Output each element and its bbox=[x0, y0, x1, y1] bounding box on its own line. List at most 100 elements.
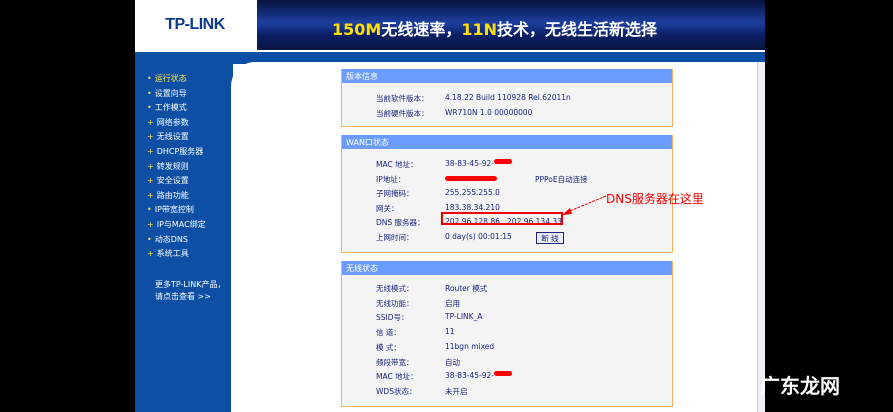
sidebar-item-label: 转发规则 bbox=[156, 161, 189, 171]
sidebar-item[interactable]: + 安全设置 bbox=[147, 175, 189, 186]
sidebar-item-label: 动态DNS bbox=[154, 234, 188, 244]
sidebar-item-label: 工作模式 bbox=[154, 103, 187, 113]
bullet-icon: + bbox=[147, 117, 154, 127]
sidebar-item-label: IP与MAC绑定 bbox=[156, 220, 206, 229]
slogan-part: 技术，无线生活新选择 bbox=[497, 20, 658, 39]
version-panel: 版本信息 当前软件版本： 4.18.22 Build 110928 Rel.620… bbox=[341, 69, 673, 127]
sidebar-item-label: IP带宽控制 bbox=[154, 205, 194, 215]
panel-title: 无线状态 bbox=[342, 261, 672, 275]
label: SSID号： bbox=[376, 313, 409, 323]
value: 未开启 bbox=[445, 386, 468, 396]
more-products-link-2[interactable]: 请点击查看 >> bbox=[155, 291, 211, 302]
disconnect-button[interactable]: 断 线 bbox=[536, 232, 564, 244]
watermark: 广东龙网 bbox=[760, 374, 840, 398]
wireless-row: 频段带宽： 自动 bbox=[376, 357, 460, 368]
label: MAC 地址： bbox=[376, 372, 418, 382]
slogan-part: 150M bbox=[332, 20, 382, 39]
sidebar-item[interactable]: • 运行状态 bbox=[147, 73, 187, 84]
bullet-icon: • bbox=[147, 205, 152, 215]
label: DNS 服务器： bbox=[376, 218, 425, 227]
bullet-icon: • bbox=[147, 88, 152, 98]
value: TP-LINK_A bbox=[445, 312, 483, 322]
panel-title: 版本信息 bbox=[342, 69, 672, 83]
sidebar-item[interactable]: + DHCP服务器 bbox=[147, 146, 203, 157]
wireless-row: SSID号： TP-LINK_A bbox=[376, 312, 482, 323]
sidebar-item-label: 运行状态 bbox=[154, 74, 187, 83]
wan-mac: 38-83-45-92- bbox=[445, 159, 494, 168]
sidebar-item-label: 路由功能 bbox=[156, 190, 189, 200]
sidebar-item[interactable]: • 设置向导 bbox=[147, 88, 187, 99]
banner: 150M无线速率，11N技术，无线生活新选择 bbox=[257, 0, 765, 50]
label: 当前硬件版本： bbox=[376, 109, 429, 118]
bullet-icon: • bbox=[147, 103, 152, 113]
label: 当前软件版本： bbox=[376, 94, 429, 103]
sidebar-item[interactable]: + IP与MAC绑定 bbox=[147, 219, 206, 230]
bullet-icon: + bbox=[147, 190, 154, 200]
sidebar-item[interactable]: + 系统工具 bbox=[147, 248, 189, 259]
bullet-icon: + bbox=[147, 132, 154, 142]
label: MAC 地址： bbox=[376, 160, 418, 169]
scrollbar[interactable] bbox=[757, 62, 765, 412]
label: 模 式： bbox=[376, 342, 401, 352]
slogan-part: 无线速率， bbox=[381, 20, 462, 39]
label: 频段带宽： bbox=[376, 357, 414, 367]
wireless-row: WDS状态： 未开启 bbox=[376, 386, 468, 397]
sidebar-item-label: 网络参数 bbox=[156, 117, 189, 127]
redaction bbox=[494, 371, 512, 377]
wireless-row: 信 道： 11 bbox=[376, 327, 455, 338]
banner-slogan: 150M无线速率，11N技术，无线生活新选择 bbox=[332, 16, 657, 40]
value: 11 bbox=[445, 327, 455, 337]
label: 子网掩码： bbox=[376, 189, 414, 198]
wireless-row: 无线功能： 启用 bbox=[376, 298, 460, 309]
sidebar-item[interactable]: + 无线设置 bbox=[147, 131, 189, 142]
label: 无线模式： bbox=[376, 284, 414, 293]
hardware-version: WR710N 1.0 00000000 bbox=[445, 108, 533, 117]
dns-annotation: DNS服务器在这里 bbox=[606, 192, 704, 206]
panel-title: WAN口状态 bbox=[342, 135, 672, 149]
bullet-icon: + bbox=[147, 176, 154, 186]
sidebar-item[interactable]: • 动态DNS bbox=[147, 234, 188, 245]
software-version: 4.18.22 Build 110928 Rel.62011n bbox=[445, 93, 571, 102]
bullet-icon: + bbox=[147, 220, 154, 229]
sidebar-item-label: 安全设置 bbox=[156, 176, 189, 186]
label: WDS状态： bbox=[376, 386, 417, 396]
label: 网关： bbox=[376, 204, 399, 213]
sidebar-item-label: DHCP服务器 bbox=[156, 147, 204, 156]
bullet-icon: + bbox=[147, 249, 154, 259]
sidebar-item[interactable]: + 网络参数 bbox=[147, 117, 189, 128]
sidebar-item-label: 无线设置 bbox=[156, 132, 189, 142]
value: Router 模式 bbox=[445, 284, 488, 293]
value: 自动 bbox=[445, 357, 460, 367]
tp-link-logo: TP-LINK bbox=[135, 0, 255, 50]
wireless-row: MAC 地址： 38-83-45-92- bbox=[376, 371, 512, 382]
wireless-row: 无线模式： Router 模式 bbox=[376, 283, 487, 294]
label: 信 道： bbox=[376, 328, 401, 338]
more-products-link[interactable]: 更多TP-LINK产品， bbox=[155, 279, 225, 290]
sidebar-item[interactable]: • 工作模式 bbox=[147, 102, 187, 113]
sidebar-item-label: 系统工具 bbox=[156, 249, 189, 259]
sidebar-item-label: 设置向导 bbox=[154, 88, 187, 98]
bullet-icon: • bbox=[147, 234, 152, 244]
sidebar-item[interactable]: + 路由功能 bbox=[147, 190, 189, 201]
wireless-row: 模 式： 11bgn mixed bbox=[376, 342, 494, 353]
subnet-mask: 255.255.255.0 bbox=[445, 188, 500, 197]
label: IP地址： bbox=[376, 175, 406, 184]
value: 11bgn mixed bbox=[445, 341, 495, 351]
bullet-icon: • bbox=[147, 74, 152, 83]
connection-type: PPPoE自动连接 bbox=[535, 175, 588, 184]
value: 38-83-45-92- bbox=[445, 371, 494, 381]
sidebar-item[interactable]: • IP带宽控制 bbox=[147, 204, 194, 215]
value: 启用 bbox=[445, 298, 460, 308]
bullet-icon: + bbox=[147, 161, 154, 171]
bullet-icon: + bbox=[147, 147, 154, 156]
wireless-panel: 无线状态 无线模式： Router 模式无线功能： 启用 SSID号： TP-LINK_… bbox=[341, 261, 673, 407]
annotation-arrow bbox=[562, 195, 607, 215]
label: 上网时间： bbox=[376, 233, 414, 242]
label: 无线功能： bbox=[376, 298, 414, 308]
uptime: 0 day(s) 00:01:15 bbox=[445, 232, 512, 241]
redaction bbox=[494, 159, 512, 164]
slogan-part: 11N bbox=[461, 20, 497, 39]
sidebar-item[interactable]: + 转发规则 bbox=[147, 161, 189, 172]
redaction bbox=[445, 176, 497, 181]
dns-highlight-box bbox=[441, 212, 563, 225]
